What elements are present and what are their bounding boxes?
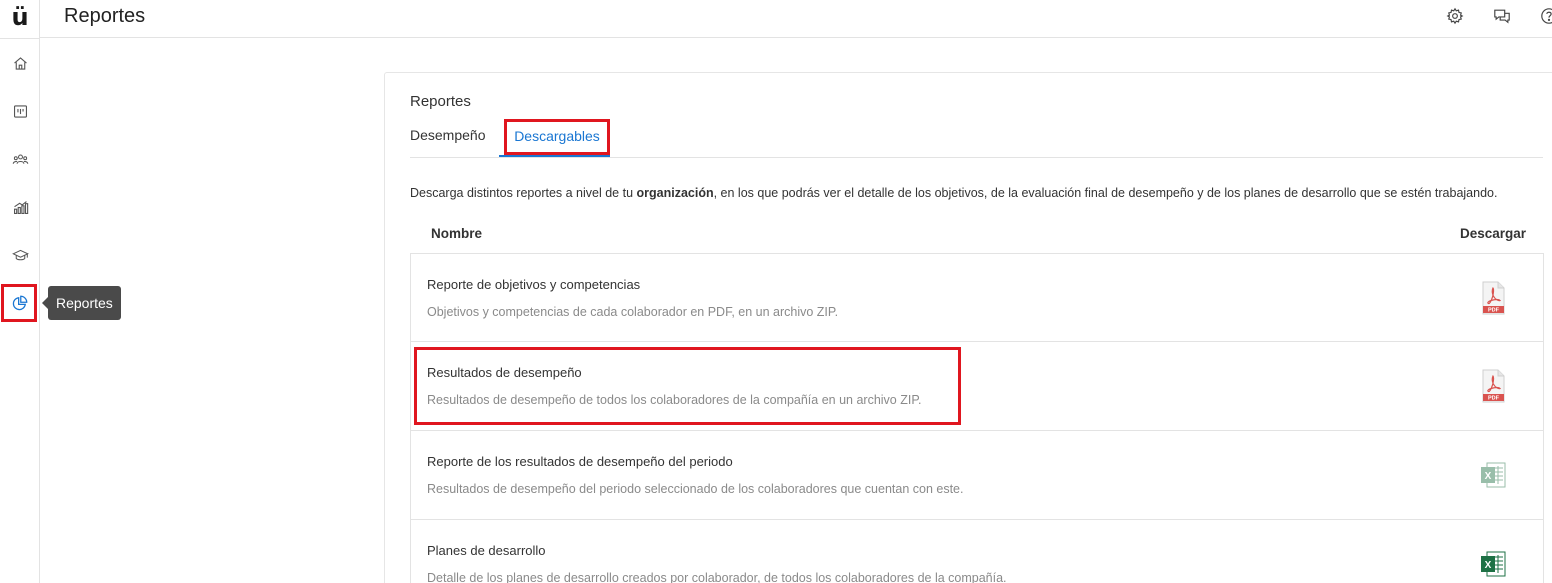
file-type-label: PDF — [1488, 396, 1500, 402]
row-description: Resultados de desempeño del periodo sele… — [427, 482, 964, 496]
reports-card: Reportes Desempeño Descargables Descarga… — [384, 72, 1552, 583]
row-description: Objetivos y competencias de cada colabor… — [427, 305, 839, 319]
sidebar-item-board[interactable] — [4, 95, 36, 127]
sidebar-item-home[interactable] — [4, 47, 36, 79]
column-header-descargar: Descargar — [1460, 226, 1527, 241]
table-row: Resultados de desempeño Resultados de de… — [410, 342, 1544, 431]
row-description: Resultados de desempeño de todos los col… — [427, 393, 922, 407]
board-icon — [13, 104, 27, 118]
description-text: Descarga distintos reportes a nivel de t… — [410, 186, 1497, 200]
file-type-label: PDF — [1488, 308, 1500, 314]
reports-table: Reporte de objetivos y competencias Obje… — [410, 253, 1544, 583]
bar-chart-icon — [13, 200, 28, 214]
description-part: Descarga distintos reportes a nivel de t… — [410, 186, 637, 200]
app-logo[interactable]: ü — [6, 4, 34, 32]
tab-descargables[interactable]: Descargables — [504, 119, 610, 155]
table-row: Planes de desarrollo Detalle de los plan… — [410, 520, 1544, 583]
graduation-cap-icon — [11, 249, 29, 260]
sidebar-item-people[interactable] — [4, 143, 36, 175]
row-title: Reporte de objetivos y competencias — [427, 277, 641, 292]
pie-chart-icon — [12, 295, 27, 310]
top-bar: Reportes — [40, 0, 1552, 38]
pdf-file-icon: PDF — [1482, 369, 1505, 403]
download-excel-button[interactable]: X — [1479, 458, 1507, 492]
messages-button[interactable] — [1491, 5, 1513, 27]
row-description: Detalle de los planes de desarrollo crea… — [427, 571, 1007, 583]
column-header-nombre: Nombre — [431, 226, 483, 241]
page-title: Reportes — [64, 5, 146, 27]
people-icon — [12, 153, 28, 164]
table-row: Reporte de los resultados de desempeño d… — [410, 431, 1544, 520]
help-button[interactable] — [1538, 5, 1552, 27]
gear-icon — [1446, 7, 1464, 25]
excel-file-icon: X — [1481, 551, 1506, 577]
sidebar-item-learning[interactable] — [4, 239, 36, 271]
download-excel-button[interactable]: X — [1479, 547, 1507, 581]
sidebar-item-reports[interactable] — [1, 284, 37, 322]
download-pdf-button[interactable]: PDF — [1479, 281, 1507, 315]
settings-button[interactable] — [1444, 5, 1466, 27]
row-title: Reporte de los resultados de desempeño d… — [427, 454, 733, 469]
excel-file-icon: X — [1481, 462, 1506, 488]
help-icon — [1541, 8, 1552, 24]
description-part: , en los que podrás ver el detalle de lo… — [713, 186, 1498, 200]
description-bold: organización — [636, 186, 714, 200]
reports-tooltip: Reportes — [42, 286, 121, 320]
pdf-file-icon: PDF — [1482, 281, 1505, 315]
row-title: Planes de desarrollo — [427, 543, 546, 558]
tabs-bar: Desempeño Descargables — [410, 119, 1543, 158]
home-icon — [13, 56, 27, 70]
download-pdf-button[interactable]: PDF — [1479, 369, 1507, 403]
row-title: Resultados de desempeño — [427, 365, 582, 380]
left-sidebar: ü — [0, 0, 40, 583]
sidebar-divider — [0, 38, 40, 39]
active-tab-indicator — [499, 155, 610, 157]
card-title: Reportes — [410, 93, 471, 110]
svg-text:X: X — [1485, 471, 1492, 482]
svg-text:X: X — [1485, 560, 1492, 571]
sidebar-item-analytics[interactable] — [4, 191, 36, 223]
table-row: Reporte de objetivos y competencias Obje… — [410, 253, 1544, 342]
tab-desempeno[interactable]: Desempeño — [410, 127, 486, 143]
row-highlight-box — [414, 347, 961, 425]
chat-icon — [1494, 9, 1510, 24]
